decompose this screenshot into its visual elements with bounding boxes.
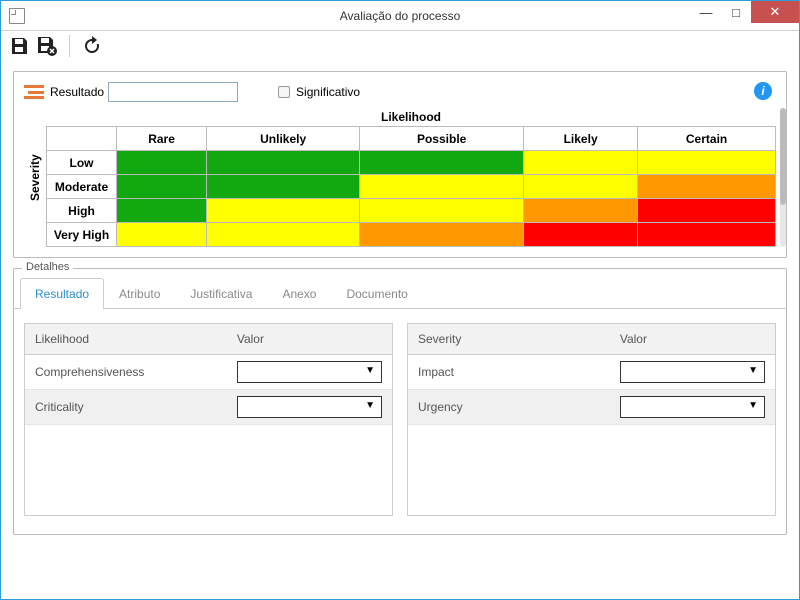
matrix-cell[interactable] [117,175,207,199]
result-label: Resultado [50,85,104,99]
save-close-button[interactable] [35,34,59,58]
titlebar: Avaliação do processo — □ ✕ [1,1,799,31]
matrix-cell[interactable] [207,175,360,199]
severity-panel: Severity Valor Impact Urgency [407,323,776,516]
maximize-button[interactable]: □ [721,1,751,23]
risk-matrix-wrap: Severity Likelihood Rare Unlikely Possib… [24,108,776,247]
severity-row: Urgency [408,390,775,425]
matrix-cell[interactable] [524,199,638,223]
col-header: Possible [360,127,524,151]
checkbox-icon [278,86,290,98]
likelihood-row: Comprehensiveness [25,355,392,390]
app-icon [9,8,25,24]
severity-axis-label: Severity [24,108,46,247]
info-icon[interactable]: i [754,82,772,100]
urgency-select[interactable] [620,396,765,418]
severity-header: Severity Valor [408,324,775,355]
tab-justificativa[interactable]: Justificativa [175,278,267,309]
risk-matrix: Rare Unlikely Possible Likely Certain Lo… [46,126,776,247]
matrix-cell[interactable] [524,151,638,175]
details-legend: Detalhes [22,261,73,273]
matrix-cell[interactable] [524,175,638,199]
save-button[interactable] [7,34,31,58]
window-title: Avaliação do processo [340,9,461,23]
likelihood-row: Criticality [25,390,392,425]
window-controls: — □ ✕ [691,1,799,23]
row-header: Very High [47,223,117,247]
likelihood-axis-label: Likelihood [46,108,776,126]
close-button[interactable]: ✕ [751,1,799,23]
toolbar-separator [69,35,70,57]
result-icon [24,85,44,99]
row-header: Moderate [47,175,117,199]
likelihood-header-value: Valor [227,324,392,354]
col-header: Unlikely [207,127,360,151]
scrollbar-thumb[interactable] [780,108,786,205]
severity-header-value: Valor [610,324,775,354]
matrix-cell[interactable] [638,223,776,247]
toolbar [1,31,799,61]
matrix-cell[interactable] [360,223,524,247]
minimize-button[interactable]: — [691,1,721,23]
criterion-name: Urgency [408,392,610,422]
refresh-icon [82,36,102,56]
col-header: Certain [638,127,776,151]
comprehensiveness-select[interactable] [237,361,382,383]
result-input[interactable] [108,82,238,102]
matrix-cell[interactable] [360,151,524,175]
scrollbar[interactable] [780,108,786,247]
criterion-name: Comprehensiveness [25,357,227,387]
impact-select[interactable] [620,361,765,383]
col-header: Likely [524,127,638,151]
matrix-corner [47,127,117,151]
tab-resultado[interactable]: Resultado [20,278,104,309]
col-header: Rare [117,127,207,151]
details-tabs: Resultado Atributo Justificativa Anexo D… [14,271,786,309]
tab-documento[interactable]: Documento [331,278,422,309]
refresh-button[interactable] [80,34,104,58]
matrix-cell[interactable] [207,199,360,223]
tab-atributo[interactable]: Atributo [104,278,175,309]
matrix-cell[interactable] [360,199,524,223]
panel-controls-row: Resultado Significativo i [24,82,776,102]
matrix-panel: Resultado Significativo i Severity Likel… [13,71,787,258]
likelihood-header-name: Likelihood [25,324,227,354]
matrix-cell[interactable] [207,151,360,175]
severity-header-name: Severity [408,324,610,354]
likelihood-header: Likelihood Valor [25,324,392,355]
details-panel: Detalhes Resultado Atributo Justificativ… [13,268,787,535]
row-header: Low [47,151,117,175]
matrix-cell[interactable] [638,199,776,223]
save-close-icon [36,35,58,57]
matrix-cell[interactable] [117,199,207,223]
tab-anexo[interactable]: Anexo [267,278,331,309]
save-icon [9,36,29,56]
matrix-cell[interactable] [360,175,524,199]
matrix-cell[interactable] [117,223,207,247]
matrix-cell[interactable] [117,151,207,175]
matrix-cell[interactable] [207,223,360,247]
significativo-checkbox-wrap[interactable]: Significativo [278,85,360,99]
criterion-name: Criticality [25,392,227,422]
criterion-name: Impact [408,357,610,387]
tab-body: Likelihood Valor Comprehensiveness Criti… [14,309,786,534]
matrix-cell[interactable] [638,151,776,175]
empty-space [25,425,392,515]
criticality-select[interactable] [237,396,382,418]
matrix-cell[interactable] [638,175,776,199]
matrix-cell[interactable] [524,223,638,247]
row-header: High [47,199,117,223]
empty-space [408,425,775,515]
significativo-label: Significativo [296,85,360,99]
content-area: Resultado Significativo i Severity Likel… [1,61,799,535]
likelihood-panel: Likelihood Valor Comprehensiveness Criti… [24,323,393,516]
severity-row: Impact [408,355,775,390]
